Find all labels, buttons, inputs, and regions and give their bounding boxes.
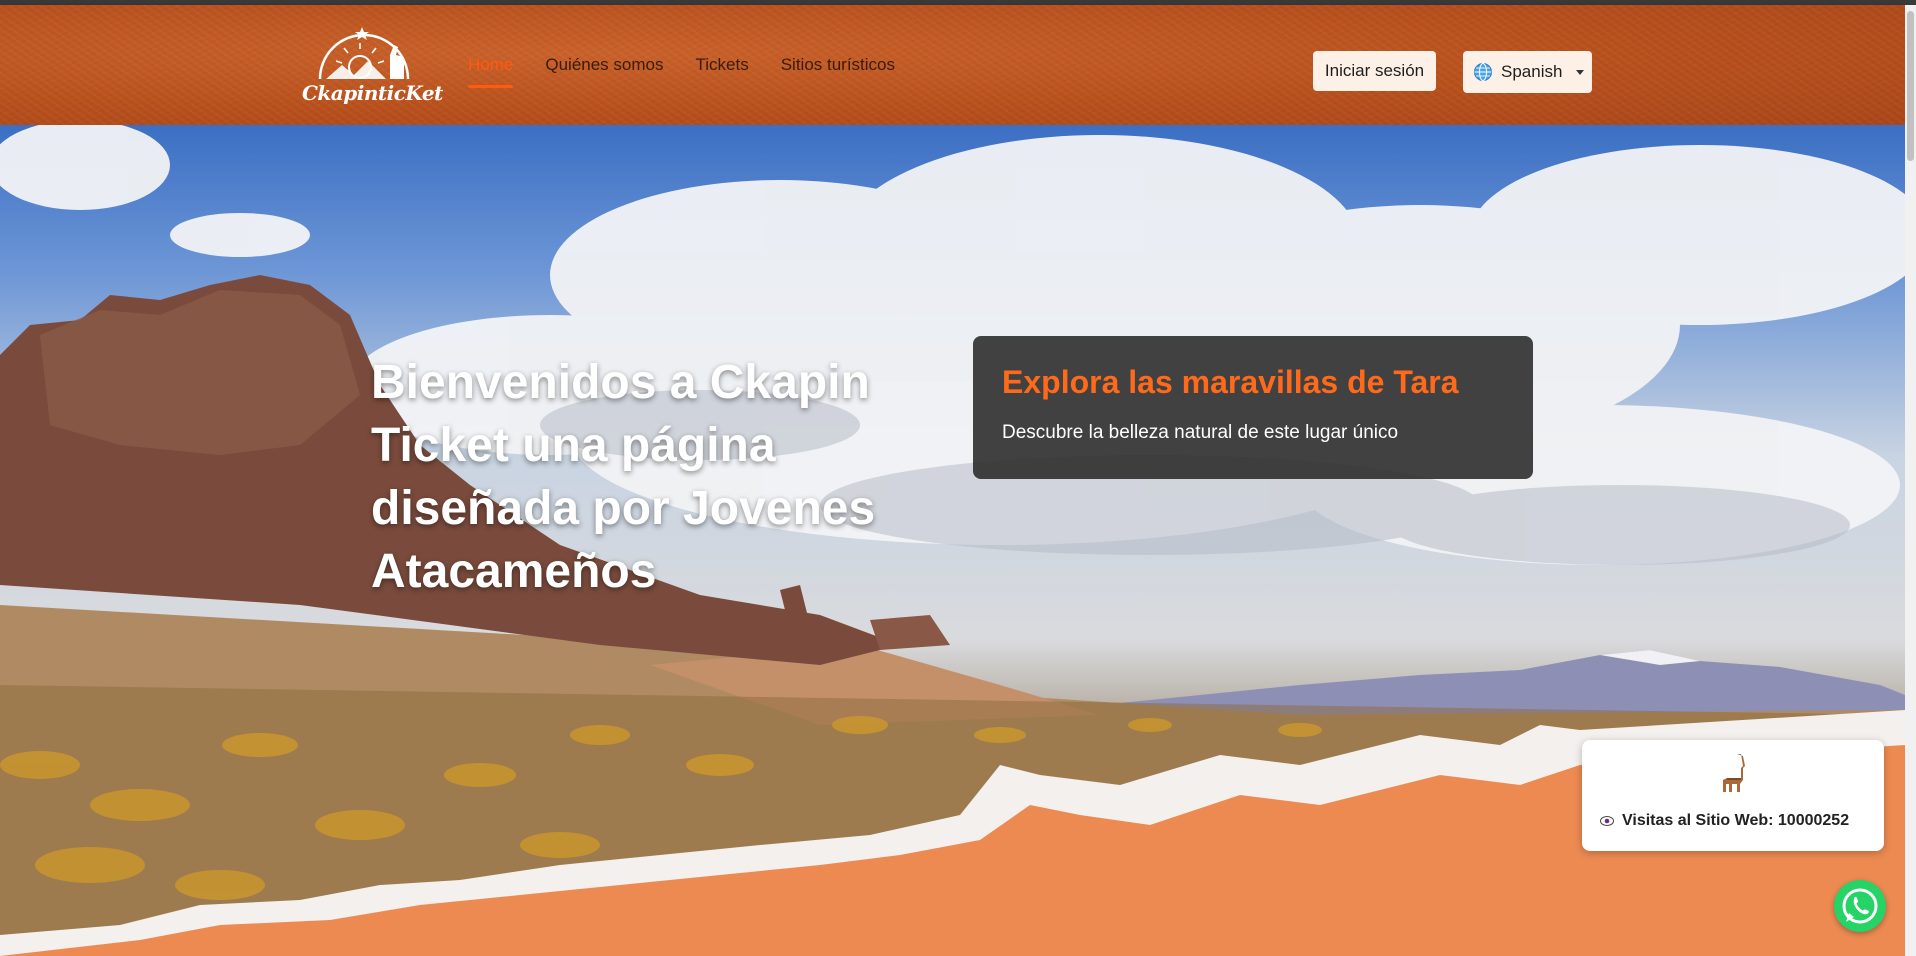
logo-emblem-icon xyxy=(318,27,410,80)
site-header: CkapinticKet Home Quiénes somos Tickets … xyxy=(0,5,1905,125)
page-scrollbar[interactable] xyxy=(1905,5,1916,956)
login-button[interactable]: Iniciar sesión xyxy=(1313,51,1436,91)
nav-tickets[interactable]: Tickets xyxy=(695,55,748,75)
visits-label: Visitas al Sitio Web: 10000252 xyxy=(1622,812,1850,829)
visits-counter-card: Visitas al Sitio Web: 10000252 xyxy=(1582,740,1884,851)
language-selector[interactable]: Spanish xyxy=(1463,51,1592,93)
logo-wordmark: CkapinticKet xyxy=(302,81,443,105)
promo-title: Explora las maravillas de Tara xyxy=(1002,364,1459,400)
nav-home[interactable]: Home xyxy=(468,55,514,88)
eye-icon xyxy=(1600,816,1614,826)
scrollbar-thumb[interactable] xyxy=(1907,11,1914,161)
promo-subtitle: Descubre la belleza natural de este luga… xyxy=(1002,422,1399,443)
main-nav: Home Quiénes somos Tickets Sitios turíst… xyxy=(468,55,895,88)
visits-row: Visitas al Sitio Web: 10000252 xyxy=(1600,812,1849,830)
globe-icon xyxy=(1474,63,1492,81)
language-label: Spanish xyxy=(1501,62,1563,81)
site-logo[interactable]: CkapinticKet xyxy=(302,21,443,119)
promo-card: Explora las maravillas de Tara Descubre … xyxy=(973,336,1533,479)
llama-icon xyxy=(1723,754,1745,792)
hero-title: Bienvenidos a Ckapin Ticket una página d… xyxy=(371,356,876,598)
whatsapp-button[interactable] xyxy=(1834,880,1886,932)
chevron-down-icon xyxy=(1576,69,1585,75)
nav-sitios-turisticos[interactable]: Sitios turísticos xyxy=(781,55,895,75)
nav-quienes-somos[interactable]: Quiénes somos xyxy=(545,55,663,75)
whatsapp-icon xyxy=(1842,888,1878,924)
